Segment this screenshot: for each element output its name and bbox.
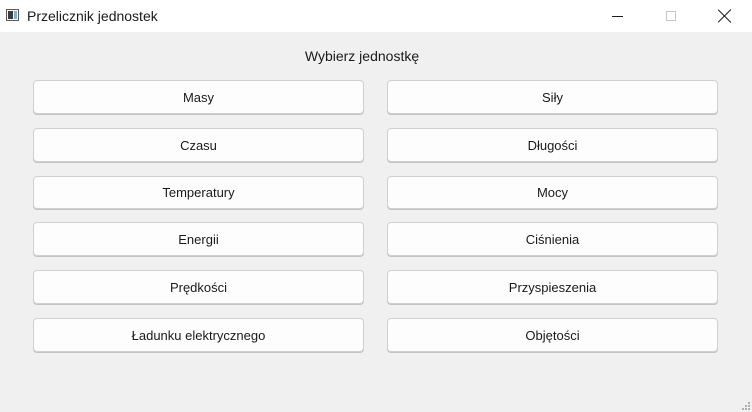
title-bar[interactable]: Przelicznik jednostek — [0, 0, 752, 32]
close-icon — [718, 9, 732, 23]
minimize-icon — [611, 15, 623, 17]
window-title: Przelicznik jednostek — [27, 8, 158, 24]
close-button[interactable] — [702, 0, 748, 32]
resize-grip-icon[interactable] — [740, 400, 750, 410]
app-window: Przelicznik jednostek Wybierz jednostkę … — [0, 0, 752, 412]
length-button[interactable]: Długości — [387, 128, 718, 162]
speed-button[interactable]: Prędkości — [33, 270, 364, 304]
volume-button[interactable]: Objętości — [387, 318, 718, 352]
power-button[interactable]: Mocy — [387, 176, 718, 209]
page-heading: Wybierz jednostkę — [304, 48, 420, 64]
minimize-button[interactable] — [594, 0, 640, 32]
pressure-button[interactable]: Ciśnienia — [387, 222, 718, 256]
electric-charge-button[interactable]: Ładunku elektrycznego — [33, 318, 364, 352]
acceleration-button[interactable]: Przyspieszenia — [387, 270, 718, 304]
temperature-button[interactable]: Temperatury — [33, 176, 364, 209]
time-button[interactable]: Czasu — [33, 128, 364, 162]
maximize-icon — [666, 11, 676, 21]
force-button[interactable]: Siły — [387, 80, 718, 114]
energy-button[interactable]: Energii — [33, 222, 364, 256]
maximize-button[interactable] — [648, 0, 694, 32]
mass-button[interactable]: Masy — [33, 80, 364, 114]
app-icon — [6, 9, 19, 21]
